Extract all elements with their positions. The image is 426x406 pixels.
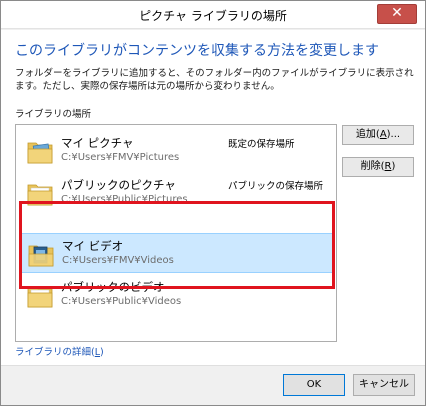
location-path: C:¥Users¥FMV¥Videos bbox=[62, 255, 174, 266]
dialog-footer: OK キャンセル bbox=[1, 365, 425, 405]
dialog-heading: このライブラリがコンテンツを収集する方法を変更します bbox=[15, 43, 379, 59]
add-button-accesskey: A bbox=[379, 129, 387, 140]
close-button[interactable]: ✕ bbox=[377, 4, 417, 24]
details-link-label: ライブラリの詳細( bbox=[15, 347, 95, 358]
close-icon: ✕ bbox=[391, 5, 403, 21]
location-name: マイ ビデオ bbox=[62, 239, 124, 253]
add-button-label: 追加( bbox=[355, 129, 380, 140]
location-path: C:¥Users¥Public¥Videos bbox=[61, 296, 182, 307]
videos-folder-icon bbox=[28, 245, 54, 267]
remove-button-label: 削除( bbox=[360, 161, 385, 172]
ok-button[interactable]: OK bbox=[283, 374, 345, 396]
dialog-content: このライブラリがコンテンツを収集する方法を変更します フォルダーをライブラリに追… bbox=[1, 30, 425, 365]
list-item-public-videos[interactable]: パブリックのビデオ C:¥Users¥Public¥Videos bbox=[19, 275, 333, 315]
remove-button[interactable]: 削除(R) bbox=[342, 157, 414, 177]
location-status: 既定の保存場所 bbox=[228, 139, 295, 150]
library-locations-list[interactable]: マイ ピクチャ C:¥Users¥FMV¥Pictures 既定の保存場所 パブ… bbox=[15, 124, 337, 342]
details-link-label-suffix: ) bbox=[100, 347, 104, 358]
folder-icon bbox=[27, 286, 53, 308]
location-name: パブリックのピクチャ bbox=[61, 178, 176, 192]
window-title: ピクチャ ライブラリの場所 bbox=[139, 9, 287, 23]
location-path: C:¥Users¥FMV¥Pictures bbox=[61, 152, 180, 163]
library-locations-dialog: ピクチャ ライブラリの場所 ✕ このライブラリがコンテンツを収集する方法を変更し… bbox=[0, 0, 426, 406]
list-item-public-pictures[interactable]: パブリックのピクチャ C:¥Users¥Public¥Pictures パブリッ… bbox=[19, 173, 333, 213]
list-item-my-pictures[interactable]: マイ ピクチャ C:¥Users¥FMV¥Pictures 既定の保存場所 bbox=[19, 131, 333, 171]
add-button[interactable]: 追加(A)... bbox=[342, 125, 414, 145]
list-item-my-videos[interactable]: マイ ビデオ C:¥Users¥FMV¥Videos bbox=[19, 233, 333, 273]
library-details-link[interactable]: ライブラリの詳細(L) bbox=[15, 344, 104, 358]
location-status: パブリックの保存場所 bbox=[228, 181, 324, 192]
title-bar: ピクチャ ライブラリの場所 ✕ bbox=[1, 1, 425, 29]
dialog-description: フォルダーをライブラリに追加すると、そのフォルダー内のファイルがライブラリに表示… bbox=[15, 68, 414, 92]
location-name: パブリックのビデオ bbox=[61, 280, 165, 294]
folder-icon bbox=[27, 184, 53, 206]
cancel-button[interactable]: キャンセル bbox=[353, 374, 415, 396]
location-name: マイ ピクチャ bbox=[61, 136, 134, 150]
add-button-label-suffix: )... bbox=[386, 129, 401, 140]
remove-button-label-suffix: ) bbox=[391, 161, 396, 172]
pictures-folder-icon bbox=[27, 142, 53, 164]
section-label-library-locations: ライブラリの場所 bbox=[15, 109, 92, 120]
location-path: C:¥Users¥Public¥Pictures bbox=[61, 194, 188, 205]
